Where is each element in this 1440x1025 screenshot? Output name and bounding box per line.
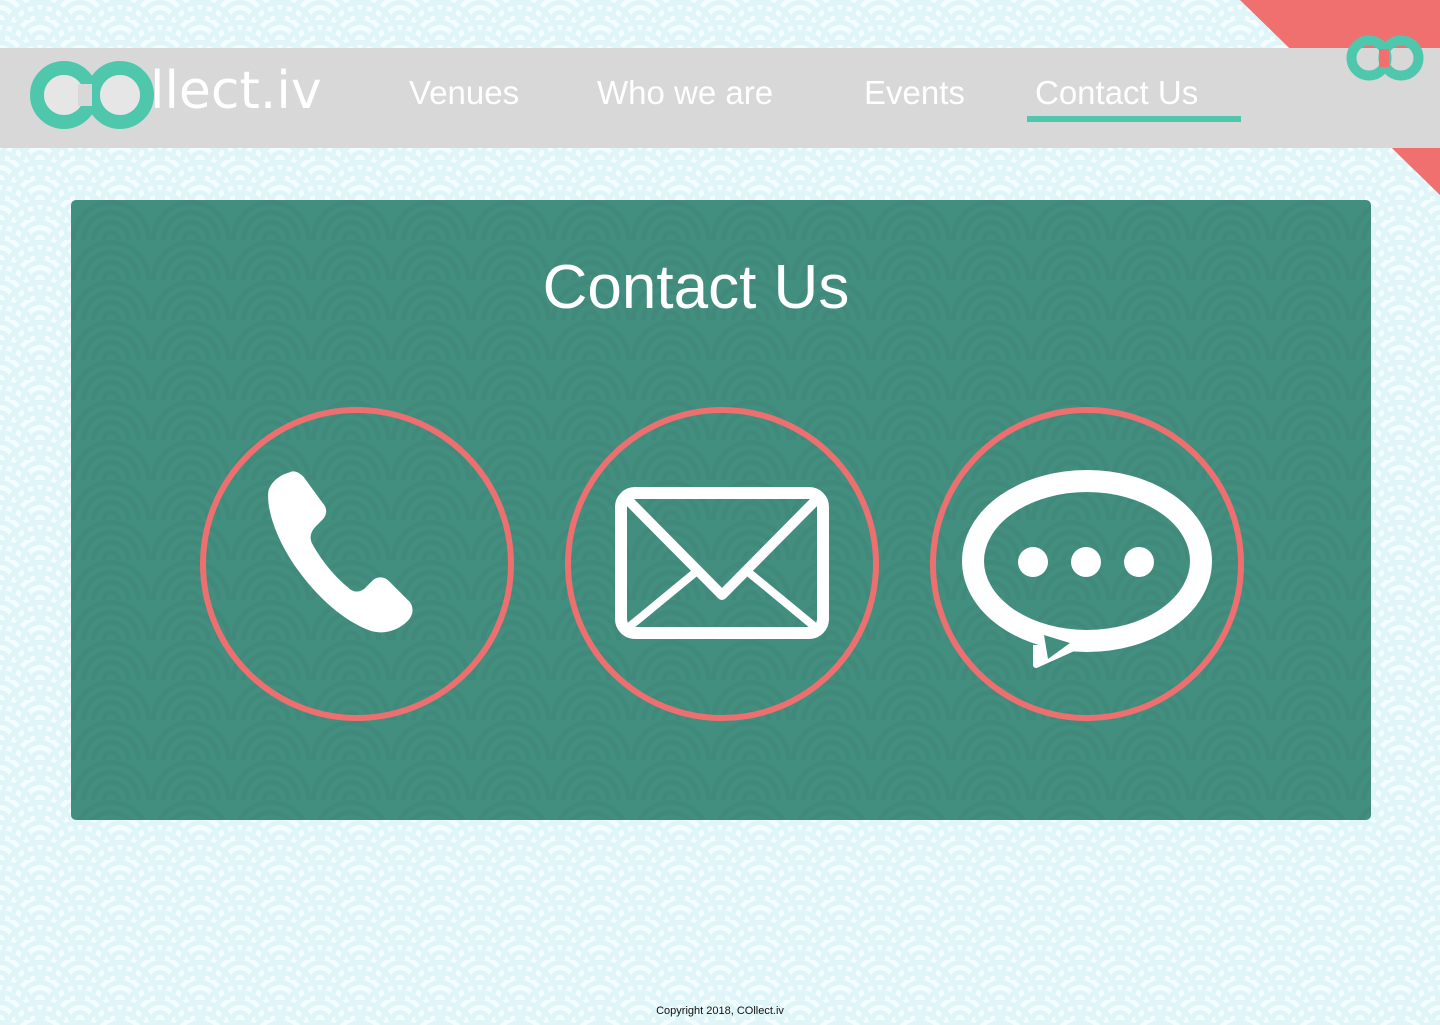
- nav-venues[interactable]: Venues: [409, 74, 519, 112]
- chat-bubble-icon: [962, 470, 1212, 668]
- top-navigation-bar: llect.iv Venues Who we are Events Contac…: [0, 48, 1440, 148]
- phone-contact-button[interactable]: [200, 407, 514, 721]
- nav-who-we-are[interactable]: Who we are: [597, 74, 773, 112]
- page-title: Contact Us: [542, 253, 850, 322]
- nav-events[interactable]: Events: [864, 74, 965, 112]
- phone-icon: [268, 471, 413, 633]
- contact-panel: Contact Us: [71, 200, 1371, 820]
- envelope-icon: [615, 487, 829, 639]
- brand-logo[interactable]: llect.iv: [28, 60, 322, 130]
- nav-contact-us[interactable]: Contact Us: [1035, 74, 1198, 112]
- co-rings-logo-icon: [1346, 35, 1424, 81]
- active-nav-indicator: [1027, 116, 1241, 122]
- co-rings-logo-icon: [30, 61, 154, 129]
- chat-contact-button[interactable]: [930, 407, 1244, 721]
- footer-copyright: Copyright 2018, COllect.iv: [656, 1005, 784, 1017]
- brand-name: llect.iv: [150, 61, 322, 121]
- email-contact-button[interactable]: [565, 407, 879, 721]
